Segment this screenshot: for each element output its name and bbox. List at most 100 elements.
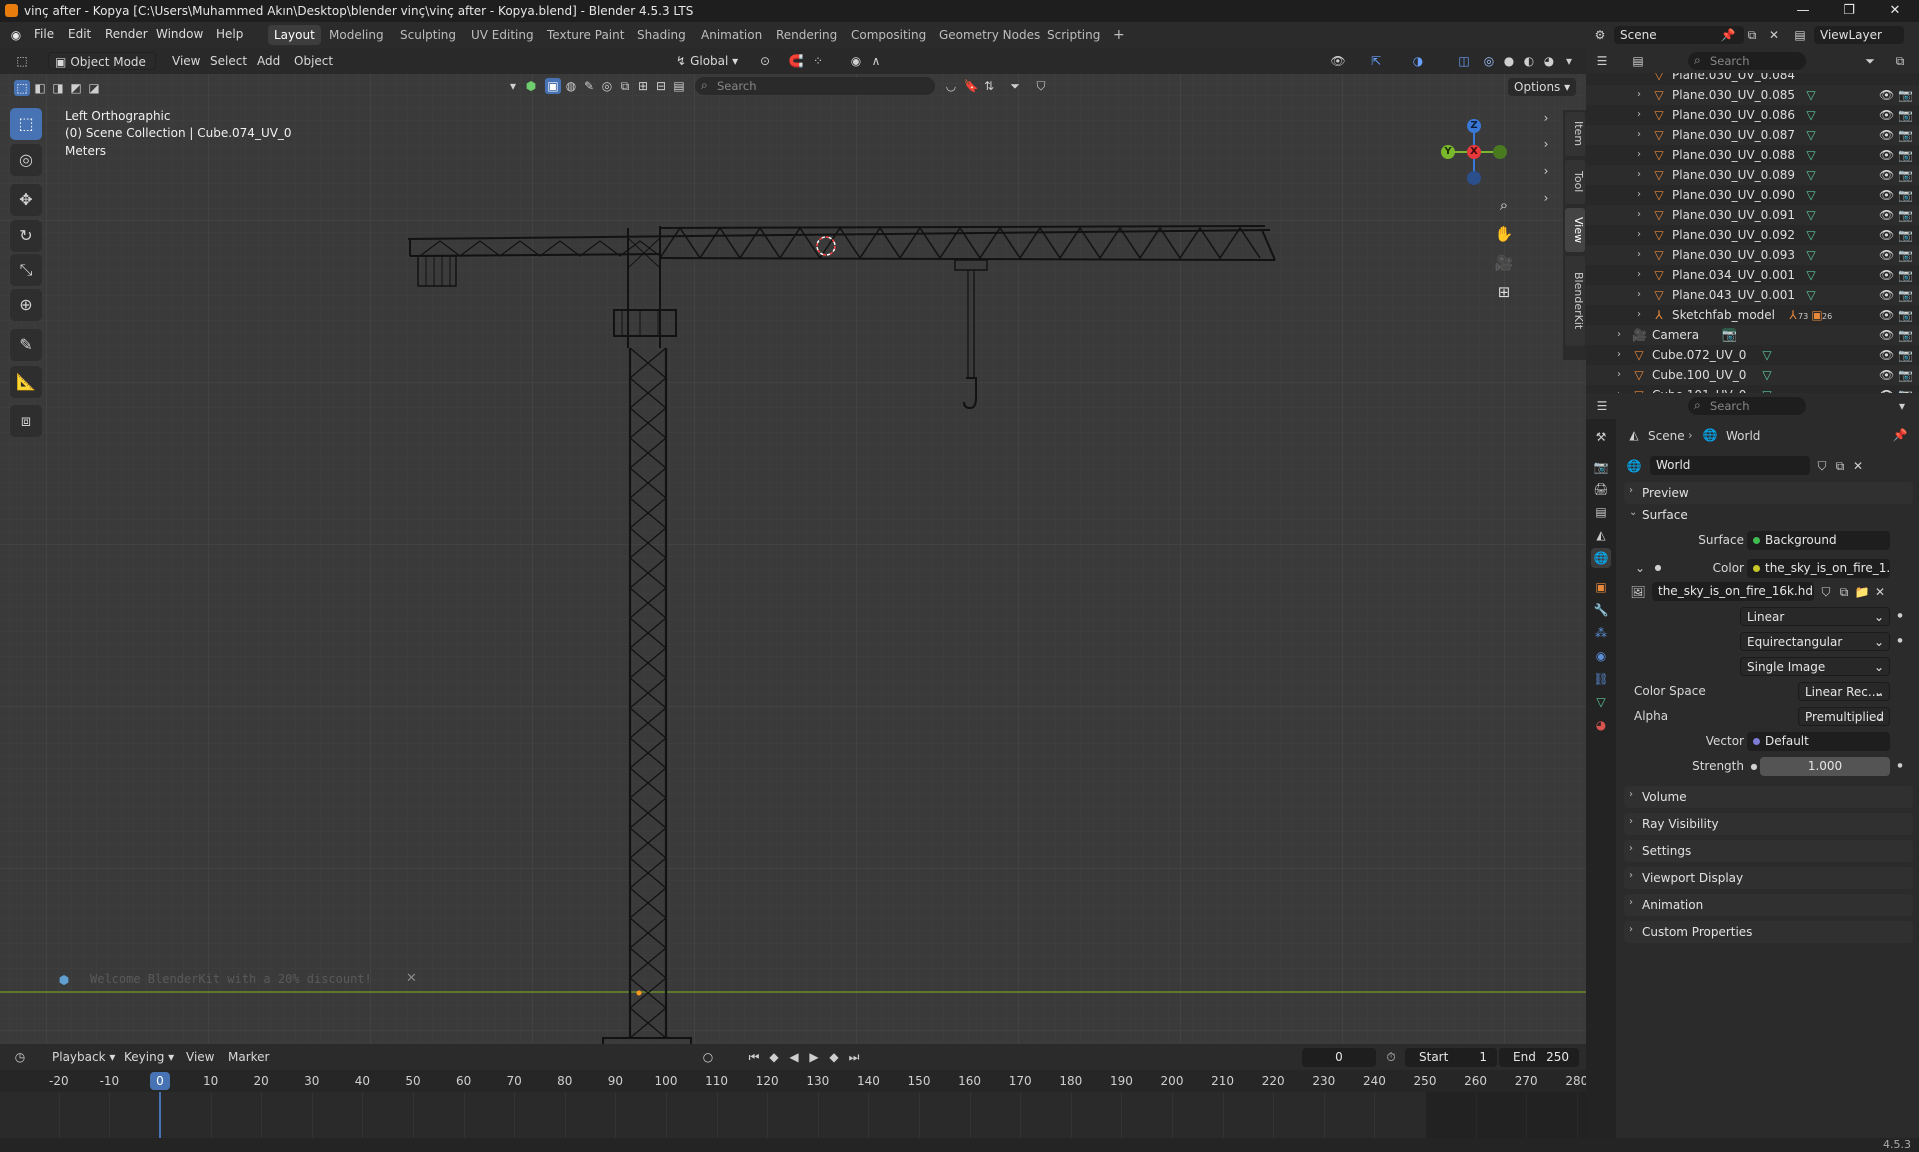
menu-file[interactable]: File	[34, 27, 54, 41]
expand-arrow-icon[interactable]: ›	[1632, 188, 1646, 202]
unlink-icon[interactable]: ✕	[1872, 584, 1888, 600]
expand-arrow-icon[interactable]: ›	[1632, 288, 1646, 302]
eye-icon[interactable]: 👁	[1879, 228, 1894, 242]
list-item[interactable]: › ▽ Plane.034_UV_0.001 ▽ 👁 📷	[1586, 265, 1919, 285]
folder-icon[interactable]: 📁	[1854, 584, 1870, 600]
cursor-tool[interactable]: ◎	[10, 144, 42, 176]
eye-icon[interactable]: 👁	[1879, 208, 1894, 222]
tab-geometry-nodes[interactable]: Geometry Nodes	[933, 25, 1046, 45]
expand-arrow-icon[interactable]: ›	[1632, 208, 1646, 222]
region-arrow-icon[interactable]: ›	[1538, 136, 1554, 152]
interpolation-select[interactable]: Linear ⌄	[1740, 607, 1890, 626]
render-camera-icon[interactable]: 📷	[1898, 188, 1913, 202]
tab-shading[interactable]: Shading	[631, 25, 692, 45]
select-invert-icon[interactable]: ◩	[68, 80, 84, 96]
scale-tool[interactable]: ⤡	[10, 254, 42, 286]
new-collection-icon[interactable]: ⧉	[1892, 53, 1908, 69]
mesh-data-icon[interactable]: ▽	[1804, 188, 1818, 202]
render-camera-icon[interactable]: 📷	[1898, 268, 1913, 282]
menu-window[interactable]: Window	[156, 27, 203, 41]
render-camera-icon[interactable]: 📷	[1898, 248, 1913, 262]
panel-viewport-display[interactable]: › Viewport Display	[1624, 867, 1913, 889]
panel-preview[interactable]: › Preview	[1624, 482, 1913, 504]
list-item[interactable]: › ▽ Plane.030_UV_0.085 ▽ 👁 📷	[1586, 85, 1919, 105]
select-box-icon[interactable]: ⬚	[14, 80, 30, 96]
outliner-editor-icon[interactable]: ☰	[1594, 53, 1610, 69]
list-item[interactable]: › ▽ Cube.072_UV_0 ▽ 👁 📷	[1586, 345, 1919, 365]
modifier-tab-icon[interactable]: 🔧	[1591, 600, 1611, 620]
end-frame-field[interactable]: End 250	[1499, 1048, 1579, 1067]
eye-icon[interactable]: 👁	[1879, 248, 1894, 262]
eye-icon[interactable]: 👁	[1879, 348, 1894, 362]
material-tab-icon[interactable]: ◕	[1591, 715, 1611, 735]
filter-icon[interactable]: ⏷	[1007, 78, 1023, 94]
pin-icon[interactable]: 📌	[1892, 427, 1908, 443]
camera-data-icon[interactable]: 📷	[1722, 328, 1737, 342]
gizmo-y-axis[interactable]: Y	[1441, 145, 1455, 159]
gizmo-x-axis[interactable]: X	[1467, 145, 1481, 159]
render-camera-icon[interactable]: 📷	[1898, 308, 1913, 322]
list-item[interactable]: › ▽ Plane.043_UV_0.001 ▽ 👁 📷	[1586, 285, 1919, 305]
list-item[interactable]: › ▽ Plane.030_UV_0.088 ▽ 👁 📷	[1586, 145, 1919, 165]
mode-selector[interactable]: ▣ Object Mode	[48, 52, 156, 70]
object-tab-icon[interactable]: ▣	[1591, 577, 1611, 597]
region-arrow-icon[interactable]: ›	[1538, 110, 1554, 126]
mesh-data-icon[interactable]: ▽	[1804, 228, 1818, 242]
current-frame-field[interactable]: 0	[1302, 1048, 1376, 1067]
xray-icon[interactable]: ◫	[1456, 53, 1472, 69]
properties-editor-icon[interactable]: ☰	[1594, 398, 1610, 414]
camera-view-icon[interactable]: 🎥	[1490, 249, 1518, 277]
select-intersect-icon[interactable]: ◪	[86, 80, 102, 96]
render-camera-icon[interactable]: 📷	[1898, 288, 1913, 302]
play-reverse-icon[interactable]: ◀	[786, 1049, 802, 1065]
prev-keyframe-icon[interactable]: ◆	[766, 1049, 782, 1065]
list-item[interactable]: › ▽ Plane.030_UV_0.089 ▽ 👁 📷	[1586, 165, 1919, 185]
source-select[interactable]: Single Image ⌄	[1740, 657, 1890, 676]
add-cube-tool[interactable]: ⧈	[10, 405, 42, 437]
asset-brush-icon[interactable]: ✎	[581, 78, 597, 94]
expand-arrow-icon[interactable]: ›	[1612, 348, 1626, 362]
list-item[interactable]: ▽ Plane.030_UV_0.084	[1586, 73, 1919, 85]
menu-select[interactable]: Select	[204, 52, 253, 70]
expand-arrow-icon[interactable]: ›	[1632, 308, 1646, 322]
render-camera-icon[interactable]: 📷	[1898, 128, 1913, 142]
asset-search-input[interactable]: ⌕ Search	[695, 77, 935, 95]
region-arrow-icon[interactable]: ›	[1538, 190, 1554, 206]
blender-menu-icon[interactable]: ◉	[8, 27, 24, 43]
world-tab-icon[interactable]: 🌐	[1591, 548, 1611, 568]
mesh-data-icon[interactable]: ▽	[1804, 128, 1818, 142]
auto-key-icon[interactable]: ○	[700, 1049, 716, 1065]
pan-hand-icon[interactable]: ✋	[1490, 220, 1518, 248]
fake-user-icon[interactable]: ⛉	[1818, 584, 1834, 600]
list-item[interactable]: › ▽ Plane.030_UV_0.090 ▽ 👁 📷	[1586, 185, 1919, 205]
menu-marker[interactable]: Marker	[222, 1048, 275, 1066]
solid-shading-icon[interactable]: ●	[1501, 53, 1517, 69]
eye-icon[interactable]: 👁	[1879, 168, 1894, 182]
image-name-field[interactable]: the_sky_is_on_fire_16k.hdr	[1652, 582, 1814, 601]
eye-icon[interactable]: 👁	[1879, 268, 1894, 282]
duplicate-icon[interactable]: ⧉	[1836, 584, 1852, 600]
overlays-icon[interactable]: ◑	[1410, 53, 1426, 69]
annotate-tool[interactable]: ✎	[10, 329, 42, 361]
asset-nodegroup-icon[interactable]: ⊞	[635, 78, 651, 94]
scene-tab-icon[interactable]: ◭	[1591, 525, 1611, 545]
panel-volume[interactable]: › Volume	[1624, 786, 1913, 808]
expand-arrow-icon[interactable]: ›	[1632, 148, 1646, 162]
transform-orientation[interactable]: ↯ Global ▾	[670, 52, 744, 70]
constraints-tab-icon[interactable]: ⛓	[1591, 669, 1611, 689]
tab-blenderkit[interactable]: BlenderKit	[1565, 256, 1585, 346]
gizmo-z-axis[interactable]: Z	[1467, 119, 1481, 133]
list-item[interactable]: › ▽ Plane.030_UV_0.086 ▽ 👁 📷	[1586, 105, 1919, 125]
particles-tab-icon[interactable]: ⁂	[1591, 623, 1611, 643]
jump-end-icon[interactable]: ⏭	[846, 1049, 862, 1065]
asset-material-icon[interactable]: ◍	[563, 78, 579, 94]
expand-arrow-icon[interactable]: ›	[1632, 228, 1646, 242]
tab-animation[interactable]: Animation	[695, 25, 768, 45]
asset-model-icon[interactable]: ▣	[545, 78, 561, 94]
gizmo-toggle-icon[interactable]: ⇱	[1368, 53, 1384, 69]
render-tab-icon[interactable]: 📷	[1591, 457, 1611, 477]
menu-edit[interactable]: Edit	[68, 27, 91, 41]
select-tool[interactable]: ⬚	[10, 108, 42, 140]
wireframe-shading-icon[interactable]: ◎	[1481, 53, 1497, 69]
proportional-edit-icon[interactable]: ◉	[848, 53, 864, 69]
